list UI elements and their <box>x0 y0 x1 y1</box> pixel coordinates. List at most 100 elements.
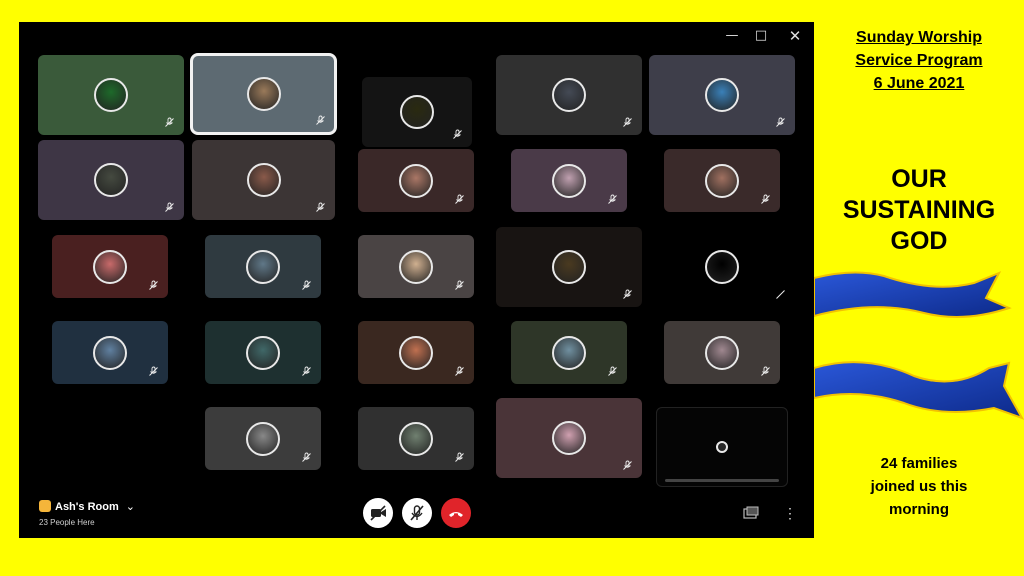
participant-tile[interactable] <box>52 235 168 298</box>
hang-up-icon <box>449 512 463 517</box>
close-icon[interactable]: ✕ <box>782 26 808 46</box>
avatar <box>552 335 586 370</box>
participant-tile[interactable] <box>190 53 337 135</box>
avatar <box>716 441 728 453</box>
mic-muted-icon <box>302 366 311 376</box>
participant-tile[interactable] <box>358 235 474 298</box>
participant-tile[interactable] <box>38 55 184 135</box>
participant-tile[interactable] <box>358 149 474 212</box>
participant-tile[interactable] <box>362 77 472 147</box>
mic-muted-icon <box>302 280 311 290</box>
mic-muted-icon <box>149 280 158 290</box>
blue-ribbon-icon <box>814 271 1024 420</box>
mic-muted-icon <box>453 129 462 139</box>
avatar <box>399 249 433 284</box>
mic-muted-icon <box>149 366 158 376</box>
camera-toggle-button[interactable] <box>363 498 393 528</box>
avatar <box>246 77 281 111</box>
participant-tile[interactable] <box>511 149 627 212</box>
avatar <box>246 249 280 284</box>
shared-screen-preview <box>665 479 779 482</box>
camera-off-icon <box>370 505 386 521</box>
minimize-icon[interactable]: — <box>719 26 745 46</box>
participant-tile[interactable] <box>52 321 168 384</box>
mic-muted-icon <box>608 366 617 376</box>
note-line3: morning <box>889 501 949 518</box>
mic-muted-icon <box>165 202 174 212</box>
avatar <box>705 163 739 198</box>
avatar <box>93 335 127 370</box>
participant-tile[interactable] <box>496 55 642 135</box>
mic-muted-icon <box>455 280 464 290</box>
mic-muted-icon <box>623 289 632 299</box>
avatar <box>94 78 128 112</box>
avatar <box>246 421 280 456</box>
note-line2: joined us this <box>870 478 968 495</box>
mic-muted-icon <box>455 452 464 462</box>
chevron-down-icon[interactable]: ⌄ <box>126 501 135 513</box>
participant-tile[interactable] <box>664 149 780 212</box>
participant-tile[interactable] <box>496 227 642 307</box>
participant-tile[interactable] <box>511 321 627 384</box>
sermon-theme: OUR SUSTAINING GOD <box>814 164 1024 257</box>
avatar <box>93 249 127 284</box>
mic-muted-icon <box>776 290 785 299</box>
avatar <box>399 163 433 198</box>
avatar <box>552 163 586 198</box>
mic-off-icon <box>410 505 424 521</box>
participant-tile[interactable] <box>192 140 335 220</box>
avatar <box>399 421 433 456</box>
avatar <box>705 335 739 370</box>
program-date: 6 June 2021 <box>873 75 965 92</box>
more-options-icon[interactable]: ⋮ <box>783 504 797 522</box>
leave-call-button[interactable] <box>441 498 471 528</box>
room-name[interactable]: Ash's Room ⌄ <box>39 500 135 513</box>
participant-tile[interactable] <box>664 321 780 384</box>
avatar <box>246 335 280 370</box>
mic-toggle-button[interactable] <box>402 498 432 528</box>
participant-tile[interactable] <box>358 321 474 384</box>
mic-muted-icon <box>316 115 325 125</box>
mic-muted-icon <box>165 117 174 127</box>
participant-tile[interactable] <box>496 398 642 478</box>
wave-icon <box>39 500 51 512</box>
mic-muted-icon <box>455 366 464 376</box>
program-title-line1: Sunday Worship <box>856 29 982 46</box>
avatar <box>552 250 586 284</box>
avatar <box>399 335 433 370</box>
program-panel: Sunday Worship Service Program 6 June 20… <box>814 0 1024 576</box>
participant-tile[interactable] <box>649 227 795 307</box>
avatar <box>400 95 434 129</box>
theme-line2: SUSTAINING <box>842 196 996 224</box>
avatar <box>552 78 586 112</box>
participant-tile[interactable] <box>649 55 795 135</box>
mic-muted-icon <box>623 460 632 470</box>
avatar <box>705 250 739 284</box>
mic-muted-icon <box>623 117 632 127</box>
participant-tile[interactable] <box>205 407 321 470</box>
mic-muted-icon <box>608 194 617 204</box>
avatar <box>705 78 739 112</box>
mic-muted-icon <box>761 194 770 204</box>
avatar <box>94 163 128 197</box>
program-title-line2: Service Program <box>855 52 983 69</box>
video-call-window: — □ ✕ Ash's Room ⌄ 23 People Here ⋮ <box>19 22 814 538</box>
avatar <box>552 421 586 455</box>
avatar <box>246 163 281 197</box>
attendance-note: 24 families joined us this morning <box>834 452 1004 521</box>
mic-muted-icon <box>316 202 325 212</box>
room-name-label: Ash's Room <box>55 501 119 513</box>
share-screen-icon[interactable] <box>743 506 759 520</box>
note-line1: 24 families <box>880 455 958 472</box>
participant-tile[interactable] <box>358 407 474 470</box>
theme-line3: GOD <box>890 227 948 255</box>
participant-tile[interactable] <box>205 235 321 298</box>
maximize-icon[interactable]: □ <box>748 26 774 46</box>
mic-muted-icon <box>776 117 785 127</box>
participant-tile[interactable] <box>38 140 184 220</box>
mic-muted-icon <box>455 194 464 204</box>
participant-tile[interactable] <box>205 321 321 384</box>
mic-muted-icon <box>761 366 770 376</box>
people-count: 23 People Here <box>39 518 95 527</box>
participant-tile[interactable] <box>656 407 788 487</box>
